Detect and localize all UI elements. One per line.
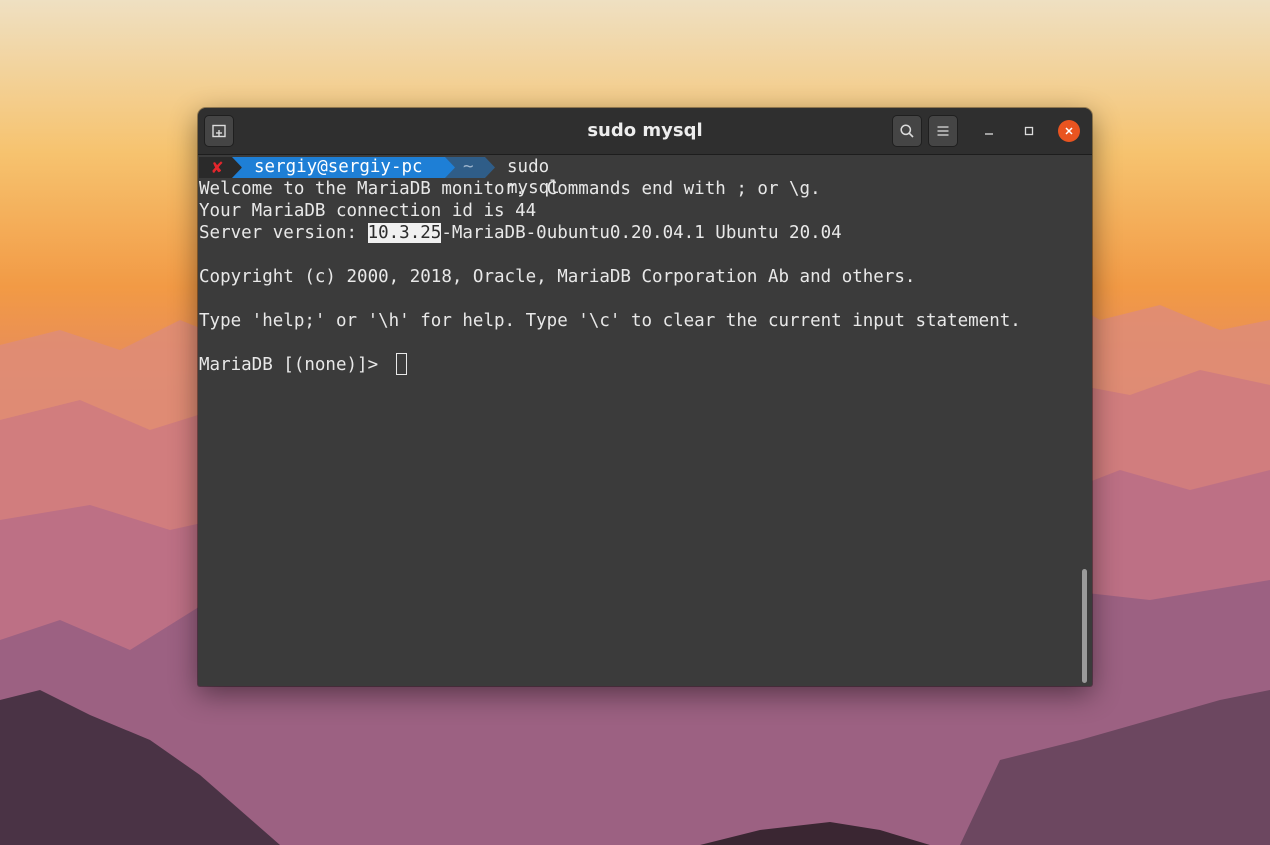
prompt-directory: ~ [463, 157, 474, 177]
title-bar[interactable]: sudo mysql [198, 108, 1092, 155]
close-icon [1065, 127, 1073, 135]
new-tab-icon [212, 124, 226, 138]
minimize-icon [985, 133, 993, 135]
search-button[interactable] [892, 115, 922, 147]
server-version-suffix: -MariaDB-0ubuntu0.20.04.1 Ubuntu 20.04 [441, 223, 842, 243]
server-version-label: Server version: [199, 223, 368, 243]
prompt-user-segment: sergiy@sergiy-pc [232, 157, 464, 178]
output-line: Type 'help;' or '\h' for help. Type '\c'… [199, 311, 1021, 331]
server-version-line: Server version: 10.3.25-MariaDB-0ubuntu0… [199, 222, 842, 244]
minimize-button[interactable] [978, 120, 1000, 142]
search-icon [900, 124, 914, 138]
scrollbar-thumb[interactable] [1082, 569, 1087, 683]
prompt-status-segment: ✘ [199, 157, 241, 178]
output-line: Copyright (c) 2000, 2018, Oracle, MariaD… [199, 267, 916, 287]
menu-button[interactable] [928, 115, 958, 147]
mariadb-prompt: MariaDB [(none)]> [199, 355, 389, 375]
prompt-user-host: sergiy@sergiy-pc [254, 157, 423, 177]
text-cursor [396, 353, 407, 375]
maximize-icon [1024, 126, 1034, 136]
output-line: Welcome to the MariaDB monitor. Commands… [199, 179, 821, 199]
maximize-button[interactable] [1018, 120, 1040, 142]
output-line: Your MariaDB connection id is 44 [199, 201, 537, 221]
error-x-icon: ✘ [212, 157, 223, 178]
new-tab-button[interactable] [204, 115, 234, 147]
hamburger-menu-icon [937, 126, 949, 136]
terminal-window: sudo mysql ✘ sergiy@sergiy-pc ~ sudo mys… [198, 108, 1092, 686]
close-button[interactable] [1058, 120, 1080, 142]
terminal-output[interactable]: ✘ sergiy@sergiy-pc ~ sudo mysql Welcome … [198, 155, 1082, 686]
selected-text[interactable]: 10.3.25 [367, 223, 442, 243]
